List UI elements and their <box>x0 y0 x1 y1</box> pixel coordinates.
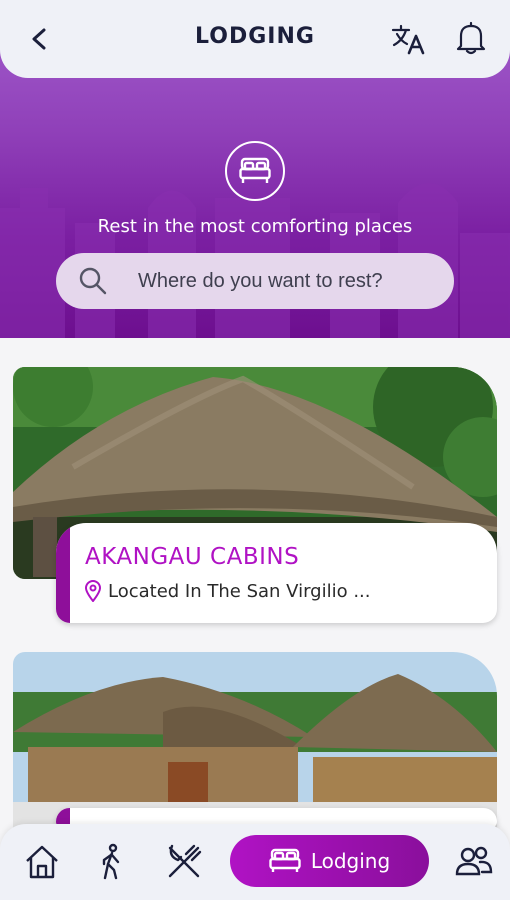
hero-subtitle: Rest in the most comforting places <box>97 216 413 237</box>
nav-food[interactable] <box>164 842 204 882</box>
bed-icon <box>225 141 285 201</box>
nav-lodging-label: Lodging <box>310 849 391 873</box>
nav-home[interactable] <box>22 842 62 882</box>
bed-icon <box>269 848 301 872</box>
location-pin-icon <box>84 580 102 602</box>
card-title: AKANGAU CABINS <box>85 544 300 570</box>
search-bar[interactable] <box>56 253 454 309</box>
nav-activities[interactable] <box>92 842 132 882</box>
bell-icon <box>456 21 486 55</box>
top-app-bar: LODGING <box>0 0 510 78</box>
nav-lodging[interactable]: Lodging <box>230 835 429 887</box>
home-icon <box>26 845 58 879</box>
nav-community[interactable] <box>454 842 494 882</box>
page-title: LODGING <box>195 24 315 49</box>
fork-knife-icon <box>168 844 202 878</box>
card-accent-bar <box>56 523 70 623</box>
notifications-button[interactable] <box>454 20 488 56</box>
translate-button[interactable] <box>390 22 428 56</box>
lodging-card-info[interactable]: AKANGAU CABINS Located In The San Virgil… <box>56 523 497 623</box>
search-input[interactable] <box>138 253 438 309</box>
card-location: Located In The San Virgilio ... <box>84 580 371 602</box>
card-location-text: Located In The San Virgilio ... <box>108 580 371 602</box>
translate-icon <box>391 24 425 55</box>
people-icon <box>455 846 493 876</box>
walking-person-icon <box>102 843 120 880</box>
search-icon <box>79 267 107 295</box>
bottom-navigation: Lodging <box>0 824 510 900</box>
